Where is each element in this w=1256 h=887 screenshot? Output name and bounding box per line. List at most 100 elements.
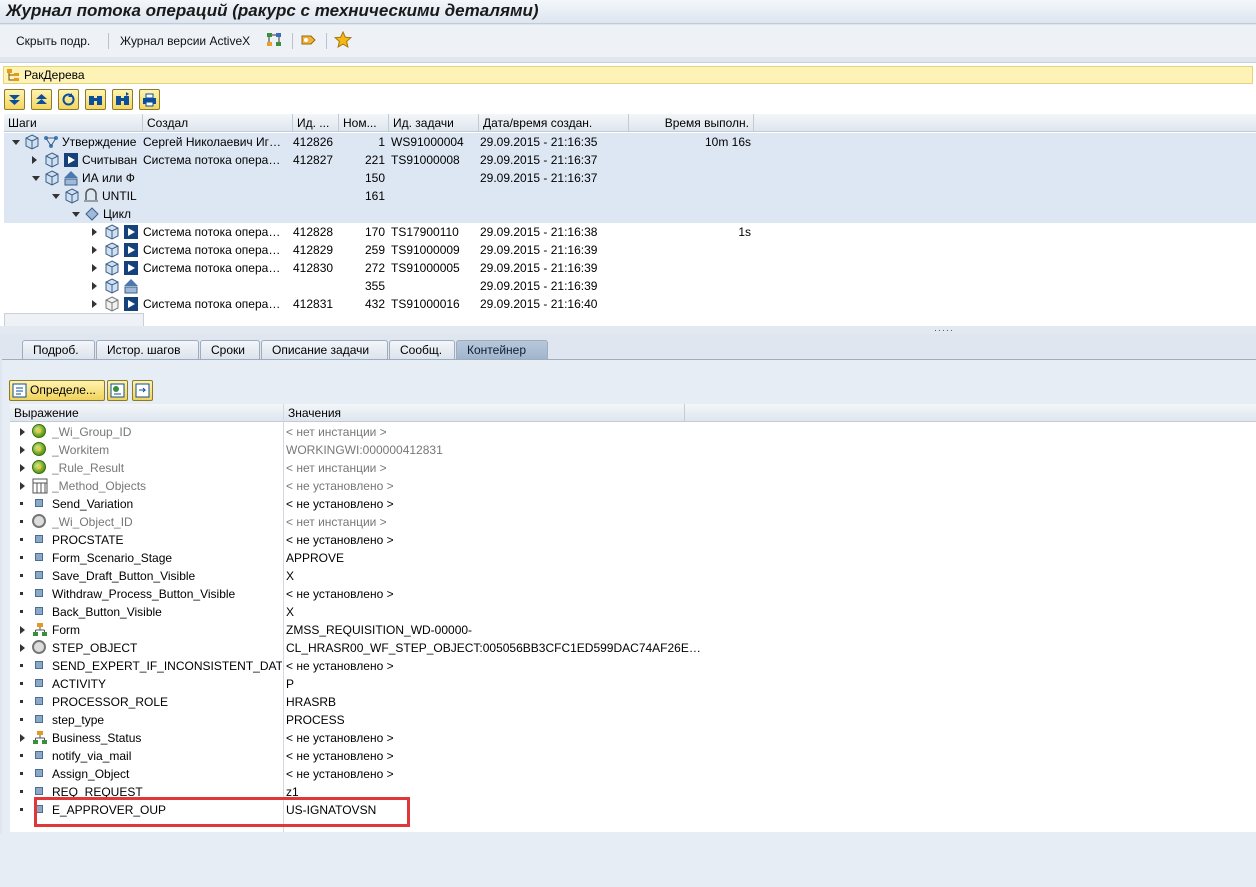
step-row[interactable]: UNTIL 161: [4, 187, 1256, 205]
container-row[interactable]: _Wi_Group_ID < нет инстанции >: [10, 423, 1256, 441]
expand-arrow-icon[interactable]: [20, 482, 25, 490]
tab-deadlines[interactable]: Сроки: [200, 340, 260, 360]
expand-arrow-icon[interactable]: [92, 282, 97, 290]
step-row[interactable]: ИА или Ф 150 29.09.2015 - 21:16:37: [4, 169, 1256, 187]
step-name: Цикл: [103, 207, 131, 221]
expand-arrow-icon[interactable]: [92, 228, 97, 236]
splitter-grip-icon[interactable]: ·····: [934, 325, 954, 335]
step-row[interactable]: Считыван Система потока опера… 412827 221 TS…: [4, 151, 1256, 169]
container-value: < не установлено >: [286, 767, 394, 781]
define-button[interactable]: Определе...: [9, 380, 105, 401]
step-num: 170: [364, 225, 385, 239]
container-row[interactable]: Withdraw_Process_Button_Visible < не уста…: [10, 585, 1256, 603]
step-row[interactable]: Система потока опера… 412829 259 TS91000009…: [4, 241, 1256, 259]
expand-arrow-icon[interactable]: [20, 464, 25, 472]
tab-details[interactable]: Подроб.: [22, 340, 95, 360]
step-row[interactable]: Система потока опера… 412831 432 TS91000016…: [4, 295, 1256, 313]
container-expression: _Wi_Object_ID: [52, 515, 133, 529]
step-row[interactable]: Цикл: [4, 205, 1256, 223]
horizontal-scrollbar[interactable]: [4, 313, 144, 327]
step-creator: Система потока опера…: [143, 261, 281, 275]
print-button[interactable]: [139, 89, 160, 110]
hide-details-button[interactable]: Скрыть подр.: [16, 31, 90, 51]
expand-arrow-icon[interactable]: [32, 156, 37, 164]
column-header-steps[interactable]: Шаги: [4, 114, 143, 132]
step-cube-outline-icon: [104, 296, 120, 312]
favorite-star-icon[interactable]: [334, 31, 352, 49]
column-header-id[interactable]: Ид. ...: [293, 114, 339, 132]
printer-icon: [143, 93, 156, 107]
expand-arrow-icon[interactable]: [20, 446, 25, 454]
steps-table: Шаги Создал Ид. ... Ном... Ид. задачи Да…: [4, 114, 1256, 314]
expand-arrow-icon[interactable]: [92, 246, 97, 254]
container-row[interactable]: Back_Button_Visible X: [10, 603, 1256, 621]
container-row[interactable]: PROCESSOR_ROLE HRASRB: [10, 693, 1256, 711]
container-row[interactable]: _Wi_Object_ID < нет инстанции >: [10, 513, 1256, 531]
expand-all-button[interactable]: [4, 89, 25, 110]
refresh-button[interactable]: [58, 89, 79, 110]
container-row[interactable]: STEP_OBJECT CL_HRASR00_WF_STEP_OBJECT:005…: [10, 639, 1256, 657]
expand-arrow-icon[interactable]: [20, 428, 25, 436]
collapse-all-button[interactable]: [31, 89, 52, 110]
container-row[interactable]: step_type PROCESS: [10, 711, 1256, 729]
column-header-task-id[interactable]: Ид. задачи: [389, 114, 479, 132]
container-export-button[interactable]: [132, 380, 153, 401]
find-button[interactable]: [85, 89, 106, 110]
column-header-expression[interactable]: Выражение: [10, 404, 284, 422]
tab-task-description[interactable]: Описание задачи: [261, 340, 388, 360]
column-header-creator[interactable]: Создал: [143, 114, 293, 132]
refresh-icon: [62, 93, 75, 106]
element-icon: [35, 589, 43, 597]
expand-arrow-icon[interactable]: [20, 644, 25, 652]
expand-arrow-icon[interactable]: [92, 300, 97, 308]
panel-splitter[interactable]: [0, 326, 1256, 334]
container-row[interactable]: notify_via_mail < не установлено >: [10, 747, 1256, 765]
container-row[interactable]: Form ZMSS_REQUISITION_WD-00000-: [10, 621, 1256, 639]
expand-arrow-icon[interactable]: [20, 734, 25, 742]
step-cube-icon: [104, 224, 120, 240]
column-header-duration[interactable]: Время выполн.: [629, 114, 754, 132]
step-row[interactable]: Система потока опера… 412828 170 TS17900110…: [4, 223, 1256, 241]
container-row[interactable]: _Method_Objects < не установлено >: [10, 477, 1256, 495]
leaf-bullet-icon: [20, 502, 23, 505]
tab-step-history[interactable]: Истор. шагов: [96, 340, 199, 360]
tree-structure-icon[interactable]: [266, 31, 284, 49]
container-detail-button[interactable]: [107, 380, 128, 401]
collapse-arrow-icon[interactable]: [52, 194, 60, 199]
container-row[interactable]: _Rule_Result < нет инстанции >: [10, 459, 1256, 477]
container-row[interactable]: SEND_EXPERT_IF_INCONSISTENT_DATA < не уст…: [10, 657, 1256, 675]
container-row[interactable]: Form_Scenario_Stage APPROVE: [10, 549, 1256, 567]
container-row[interactable]: Send_Variation < не установлено >: [10, 495, 1256, 513]
collapse-arrow-icon[interactable]: [32, 176, 40, 181]
column-header-number[interactable]: Ном...: [339, 114, 389, 132]
container-row[interactable]: Assign_Object < не установлено >: [10, 765, 1256, 783]
column-header-created[interactable]: Дата/время создан.: [479, 114, 629, 132]
expand-arrow-icon[interactable]: [92, 264, 97, 272]
container-row[interactable]: PROCSTATE < не установлено >: [10, 531, 1256, 549]
activex-log-button[interactable]: Журнал версии ActiveX: [120, 31, 250, 51]
container-row[interactable]: ACTIVITY P: [10, 675, 1256, 693]
container-expression: _Workitem: [52, 443, 110, 457]
step-cube-icon: [104, 242, 120, 258]
step-task: TS91000016: [391, 297, 460, 311]
container-expression: Withdraw_Process_Button_Visible: [52, 587, 236, 601]
container-row[interactable]: _Workitem WORKINGWI:000000412831: [10, 441, 1256, 459]
tab-container[interactable]: Контейнер: [456, 340, 548, 360]
step-created: 29.09.2015 - 21:16:40: [480, 297, 598, 311]
leaf-bullet-icon: [20, 772, 23, 775]
expand-arrow-icon[interactable]: [20, 626, 25, 634]
export-icon: [135, 383, 150, 398]
collapse-arrow-icon[interactable]: [72, 212, 80, 217]
step-row[interactable]: Утверждение Сергей Николаевич Иг… 412826 1 W…: [4, 133, 1256, 151]
collapse-arrow-icon[interactable]: [12, 140, 20, 145]
step-row[interactable]: 355 29.09.2015 - 21:16:39: [4, 277, 1256, 295]
container-row[interactable]: Business_Status < не установлено >: [10, 729, 1256, 747]
workflow-icon[interactable]: [300, 31, 318, 49]
step-row[interactable]: Система потока опера… 412830 272 TS91000005…: [4, 259, 1256, 277]
step-id: [293, 205, 339, 223]
step-id: 412831: [293, 297, 334, 311]
find-next-button[interactable]: [112, 89, 133, 110]
container-row[interactable]: Save_Draft_Button_Visible X: [10, 567, 1256, 585]
tab-messages[interactable]: Сообщ.: [389, 340, 455, 360]
column-header-values[interactable]: Значения: [284, 404, 685, 422]
